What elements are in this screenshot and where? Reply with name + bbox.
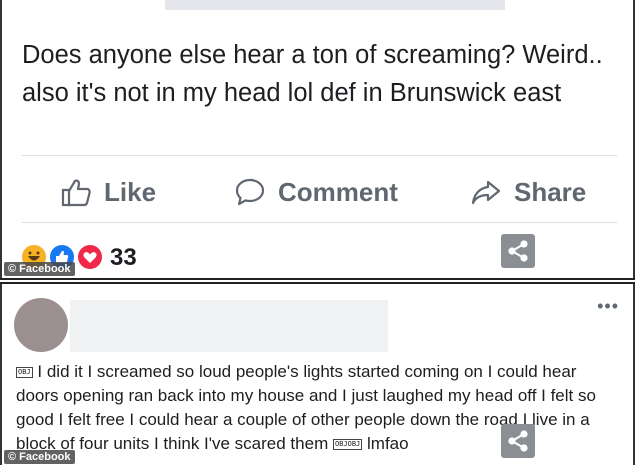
left-border (0, 284, 2, 465)
share-overlay-button[interactable] (501, 424, 535, 458)
object-glyph-pair: OBJOBJ (332, 439, 363, 451)
divider-bottom (22, 222, 617, 223)
avatar[interactable] (14, 298, 68, 352)
share-nodes-icon (508, 430, 528, 452)
more-options-icon[interactable]: ••• (597, 296, 619, 317)
comment-label: Comment (278, 176, 398, 207)
post-card: Does anyone else hear a ton of screaming… (0, 0, 635, 280)
comment-card: ••• OBJ I did it I screamed so loud peop… (0, 282, 635, 465)
love-icon (76, 243, 104, 271)
share-button[interactable]: Share (470, 170, 586, 214)
share-arrow-icon (470, 176, 502, 208)
left-border (0, 0, 2, 278)
share-overlay-button[interactable] (501, 234, 535, 268)
like-label: Like (104, 176, 157, 207)
post-text: Does anyone else hear a ton of screaming… (22, 41, 603, 107)
share-nodes-icon (508, 240, 528, 262)
reaction-count[interactable]: 33 (110, 244, 137, 272)
facebook-watermark: © Facebook (4, 262, 75, 276)
thumbs-up-icon (60, 176, 92, 208)
object-glyph: OBJ (16, 367, 33, 379)
comment-suffix: lmfao (367, 434, 409, 453)
blurred-name (70, 300, 388, 352)
divider-top (22, 155, 617, 156)
facebook-watermark: © Facebook (4, 450, 75, 464)
top-blurred-bar (165, 0, 505, 10)
share-label: Share (514, 176, 587, 207)
comment-button[interactable]: Comment (234, 170, 398, 214)
comment-bubble-icon (234, 176, 266, 208)
like-button[interactable]: Like (60, 170, 156, 214)
